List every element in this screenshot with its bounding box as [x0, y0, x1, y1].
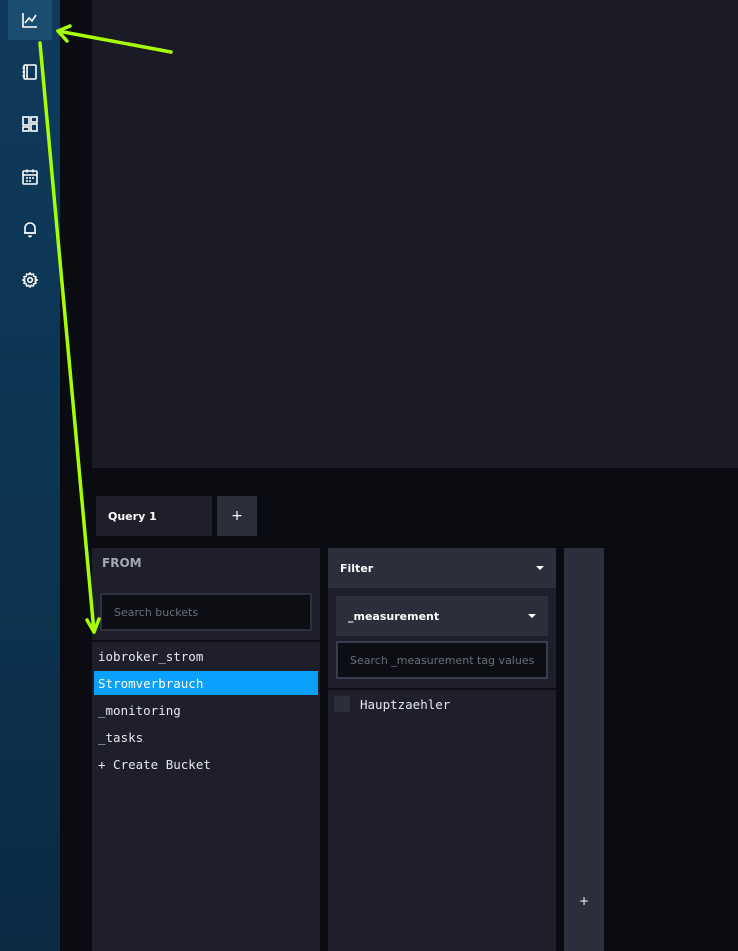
nav-alerts[interactable]	[8, 209, 52, 249]
bucket-item[interactable]: _tasks	[94, 725, 318, 749]
tag-key-label: _measurement	[348, 609, 440, 623]
query-tab[interactable]: Query 1	[96, 496, 212, 536]
caret-down-icon	[528, 614, 536, 618]
add-filter-column[interactable]: +	[564, 548, 604, 951]
sidebar-nav	[0, 0, 60, 951]
add-query-button[interactable]: +	[217, 496, 257, 536]
notebook-icon	[22, 64, 37, 80]
bell-icon	[24, 222, 36, 238]
bucket-item[interactable]: _monitoring	[94, 698, 318, 722]
from-panel: FROM iobroker_strom Stromverbrauch _moni…	[92, 548, 320, 951]
tag-key-dropdown[interactable]: _measurement	[336, 596, 548, 636]
caret-down-icon	[536, 566, 544, 570]
graph-area	[92, 0, 738, 468]
nav-data-explorer[interactable]	[8, 0, 52, 40]
add-filter-button[interactable]: +	[564, 894, 604, 908]
gear-icon	[21, 271, 39, 289]
nav-dashboards[interactable]	[8, 104, 52, 144]
filter-header-label: Filter	[340, 561, 374, 575]
search-tag-values-input[interactable]	[336, 641, 548, 679]
line-chart-icon	[22, 13, 37, 28]
calendar-icon	[22, 169, 38, 185]
nav-settings[interactable]	[8, 260, 52, 300]
bucket-item-selected[interactable]: Stromverbrauch	[94, 671, 318, 695]
filter-panel: Filter _measurement Hauptzaehler	[328, 548, 556, 951]
nav-tasks[interactable]	[8, 157, 52, 197]
tag-value-row[interactable]: Hauptzaehler	[334, 695, 450, 713]
divider	[328, 688, 556, 690]
nav-notebooks[interactable]	[8, 52, 52, 92]
filter-function-dropdown[interactable]: Filter	[328, 548, 556, 588]
layout-gutter	[60, 0, 92, 951]
tag-value-checkbox[interactable]	[334, 696, 350, 712]
dashboard-grid-icon	[22, 116, 38, 132]
bucket-item[interactable]: iobroker_strom	[94, 644, 318, 668]
from-title: FROM	[102, 556, 142, 570]
tag-value-label: Hauptzaehler	[360, 696, 451, 712]
create-bucket-link[interactable]: + Create Bucket	[94, 752, 318, 776]
search-buckets-input[interactable]	[100, 593, 312, 631]
divider	[92, 640, 320, 642]
